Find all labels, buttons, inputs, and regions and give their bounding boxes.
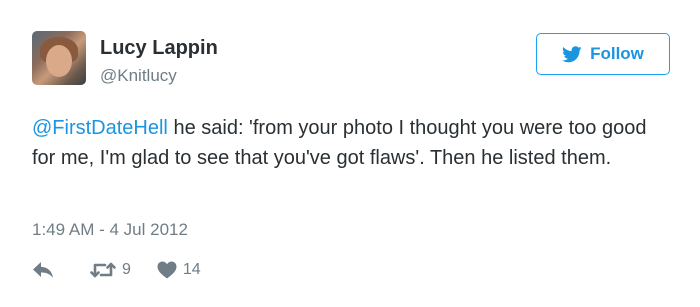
- retweet-button[interactable]: 9: [90, 261, 131, 279]
- reply-button[interactable]: [32, 261, 54, 279]
- tweet-timestamp[interactable]: 1:49 AM - 4 Jul 2012: [32, 220, 188, 240]
- tweet-actions: 9 14: [32, 258, 201, 282]
- like-button[interactable]: 14: [157, 261, 201, 279]
- tweet-card: Lucy Lappin @Knitlucy Follow @FirstDateH…: [0, 0, 700, 307]
- avatar[interactable]: [32, 31, 86, 85]
- user-name[interactable]: Lucy Lappin: [100, 37, 218, 60]
- avatar-face: [46, 45, 72, 77]
- retweet-icon: [90, 261, 116, 279]
- follow-button[interactable]: Follow: [536, 33, 670, 75]
- heart-icon: [157, 261, 177, 279]
- user-handle[interactable]: @Knitlucy: [100, 66, 177, 86]
- reply-icon: [32, 261, 54, 279]
- like-count: 14: [182, 261, 201, 278]
- follow-button-label: Follow: [590, 44, 644, 63]
- twitter-bird-icon: [562, 45, 582, 63]
- tweet-text: @FirstDateHell he said: 'from your photo…: [32, 113, 672, 173]
- retweet-count: 9: [122, 261, 131, 278]
- tweet-mention-link[interactable]: @FirstDateHell: [32, 117, 168, 139]
